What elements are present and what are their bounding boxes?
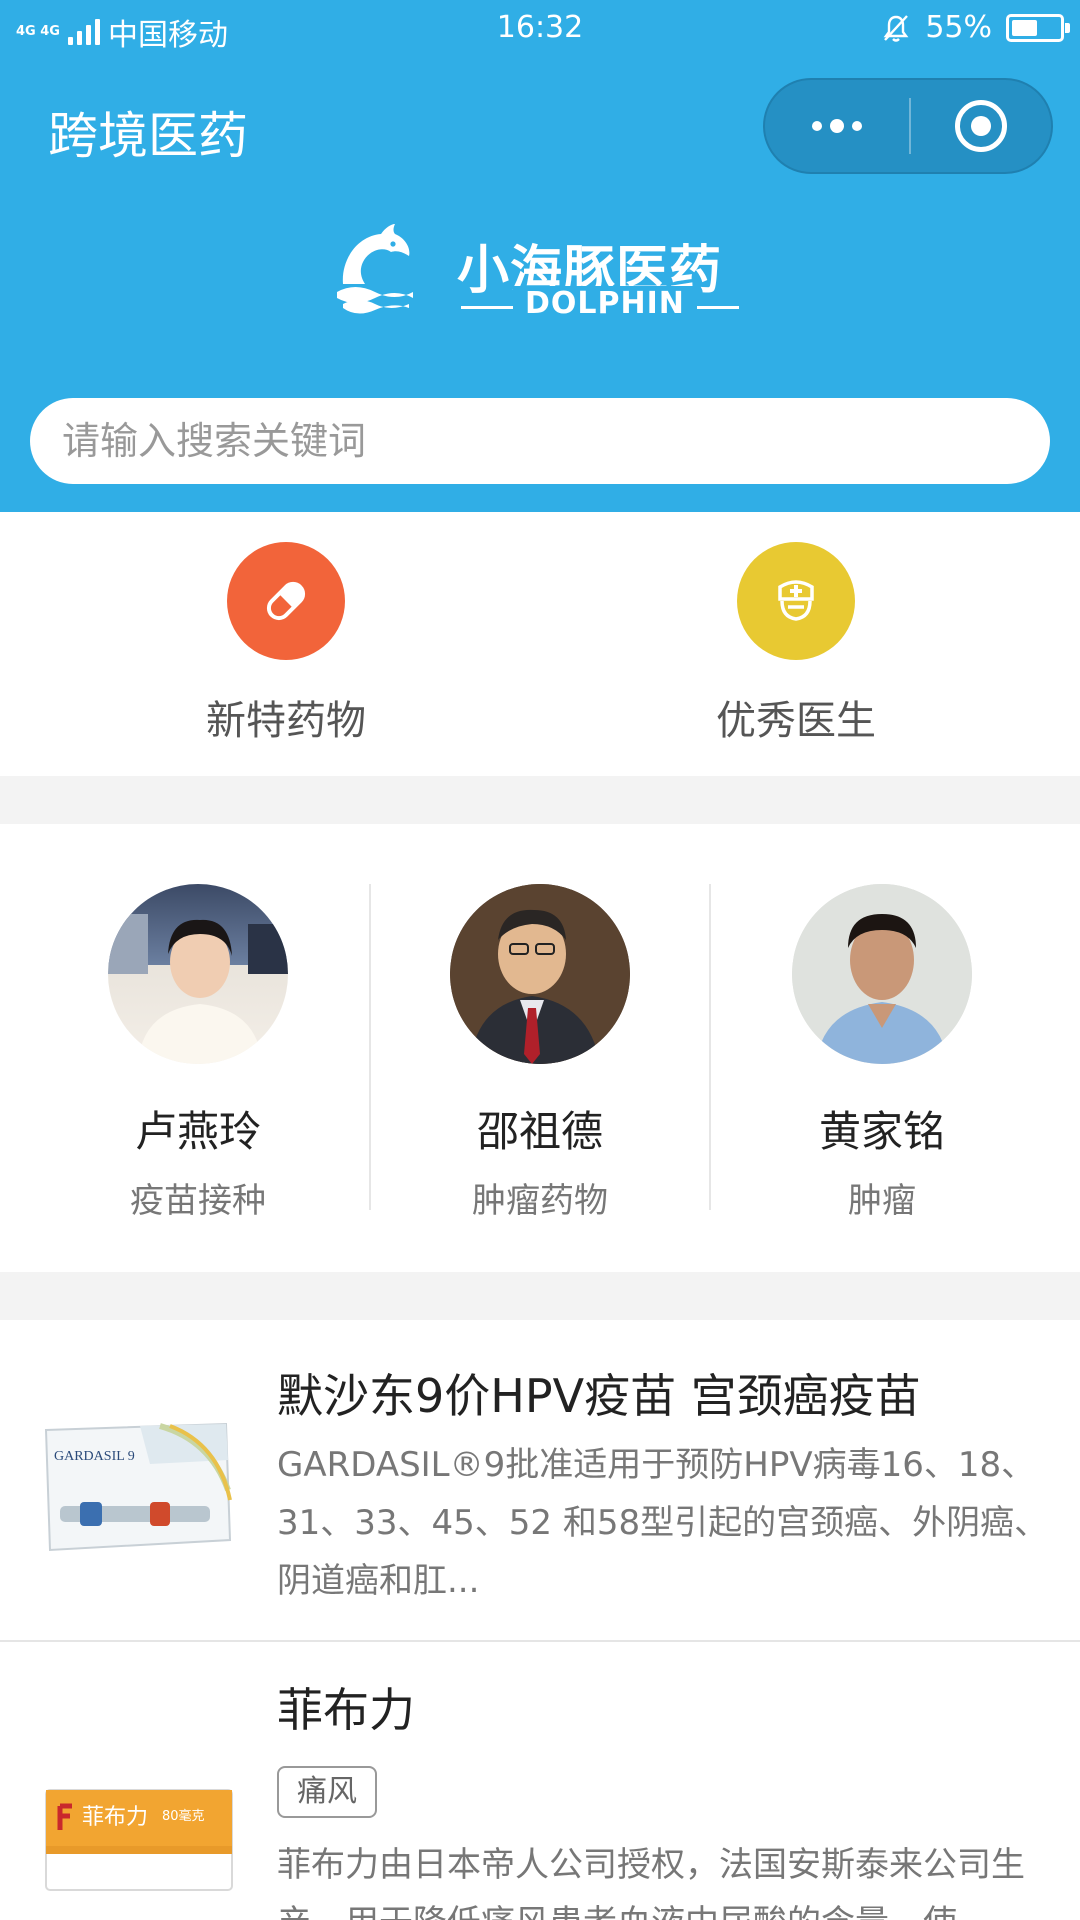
more-dot-icon xyxy=(852,121,862,131)
doctor-icon xyxy=(737,542,855,660)
product-tag[interactable]: 痛风 xyxy=(277,1766,377,1818)
pill-icon xyxy=(227,542,345,660)
search-bar[interactable] xyxy=(30,398,1050,484)
section-gap xyxy=(0,776,1080,824)
product-title: 菲布力 xyxy=(277,1683,415,1737)
product-description: 菲布力由日本帝人公司授权，法国安斯泰来公司生产，用于降低痛风患者血液中尿酸的含量… xyxy=(277,1845,1025,1920)
doctor-specialty: 疫苗接种 xyxy=(130,1181,266,1221)
more-dot-icon xyxy=(812,121,822,131)
doctor-name: 邵祖德 xyxy=(476,1107,603,1156)
doctor-avatar xyxy=(792,884,972,1064)
status-right: 55% xyxy=(881,10,1070,45)
product-box-text: GARDASIL 9 xyxy=(54,1449,135,1464)
battery-fill xyxy=(1012,19,1037,36)
product-title: 默沙东9价HPV疫苗 宫颈癌疫苗 xyxy=(277,1369,921,1423)
product-description: GARDASIL®9批准适用于预防HPV病毒16、18、31、33、45、52 … xyxy=(277,1445,1049,1601)
more-dot-icon xyxy=(830,119,844,133)
section-gap xyxy=(0,1272,1080,1320)
product-item[interactable]: 菲布力 80毫克 菲布力 痛风 菲布力由日本帝人公司授权，法国安斯泰来公司生产，… xyxy=(0,1642,1080,1920)
bell-muted-icon xyxy=(883,14,909,42)
product-item[interactable]: GARDASIL 9 默沙东9价HPV疫苗 宫颈癌疫苗 GARDASIL®9批准… xyxy=(0,1320,1080,1640)
doctor-specialty: 肿瘤药物 xyxy=(472,1181,608,1221)
miniprogram-capsule xyxy=(763,78,1053,174)
doctor-section: 卢燕玲 疫苗接种 邵祖德 肿瘤药物 黄家铭 肿瘤 xyxy=(0,824,1080,1272)
product-image-feburic: 菲布力 80毫克 xyxy=(40,1782,240,1920)
battery-percent: 55% xyxy=(925,10,992,45)
doctor-specialty: 肿瘤 xyxy=(848,1181,916,1221)
doctor-name: 黄家铭 xyxy=(818,1107,945,1156)
category-label: 优秀医生 xyxy=(716,698,876,744)
more-button[interactable] xyxy=(765,80,909,172)
battery-icon xyxy=(1006,13,1070,42)
status-bar: 4G 4G 中国移动 16:32 55% xyxy=(0,0,1080,58)
brand-logo: 小海豚医药 DOLPHIN xyxy=(335,222,745,332)
page-title: 跨境医药 xyxy=(48,107,248,165)
search-input[interactable] xyxy=(62,398,1050,484)
dolphin-icon xyxy=(337,224,413,314)
target-icon xyxy=(955,100,1007,152)
product-box-dose: 80毫克 xyxy=(162,1808,205,1824)
category-section: 新特药物 优秀医生 xyxy=(0,512,1080,776)
doctor-card[interactable]: 黄家铭 肿瘤 xyxy=(712,884,1052,1222)
product-box-text: 菲布力 xyxy=(82,1805,148,1830)
product-image-gardasil: GARDASIL 9 xyxy=(40,1400,240,1570)
doctor-card[interactable]: 卢燕玲 疫苗接种 xyxy=(28,884,368,1222)
category-new-drugs[interactable]: 新特药物 xyxy=(156,542,416,746)
category-label: 新特药物 xyxy=(206,698,366,744)
doctor-name: 卢燕玲 xyxy=(134,1107,261,1156)
doctor-avatar xyxy=(450,884,630,1064)
category-doctors[interactable]: 优秀医生 xyxy=(666,542,926,746)
logo-english-text: DOLPHIN xyxy=(513,286,697,321)
close-button[interactable] xyxy=(911,80,1051,172)
doctor-divider xyxy=(709,884,711,1210)
doctor-card[interactable]: 邵祖德 肿瘤药物 xyxy=(370,884,710,1222)
doctor-avatar xyxy=(108,884,288,1064)
header: 4G 4G 中国移动 16:32 55% 跨境医药 小海豚医药 DOLPHIN … xyxy=(0,0,1080,512)
